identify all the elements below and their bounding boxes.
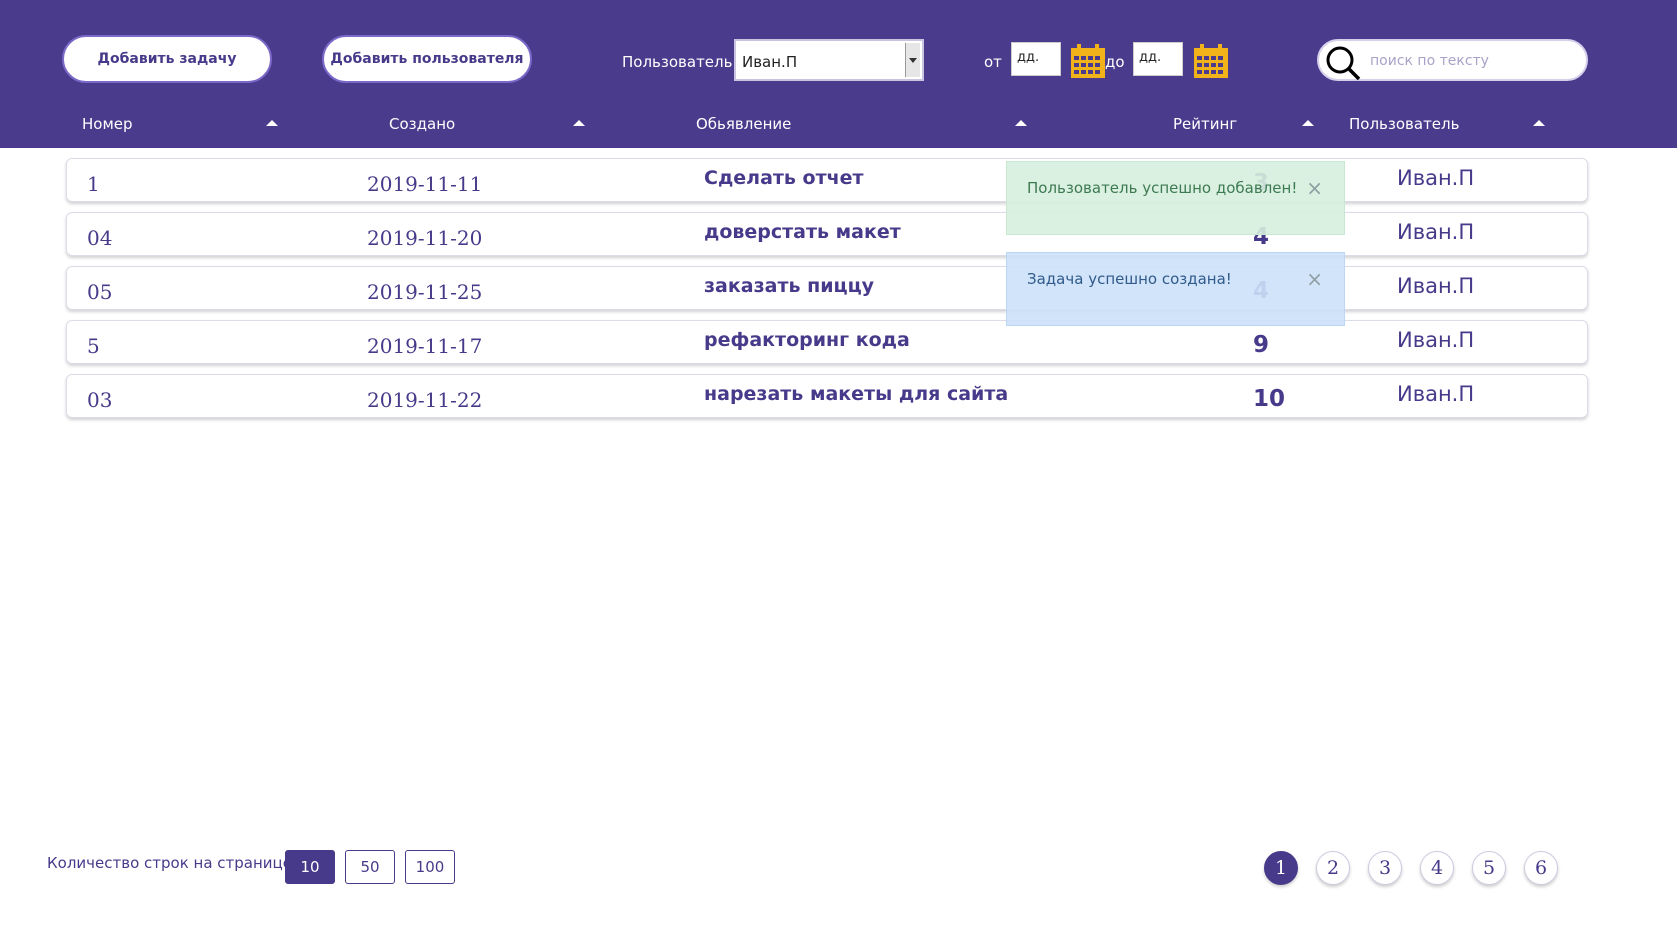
row-number: 03 xyxy=(87,388,113,412)
sort-asc-icon[interactable] xyxy=(1015,120,1027,126)
date-to-input[interactable]: дд. xyxy=(1133,42,1183,76)
rows-per-page-label: Количество строк на странице: xyxy=(47,854,298,872)
table-row[interactable]: 1 2019-11-11 Сделать отчет 3 Иван.П xyxy=(66,158,1588,202)
table-row[interactable]: 03 2019-11-22 нарезать макеты для сайта … xyxy=(66,374,1588,418)
sort-asc-icon[interactable] xyxy=(1533,120,1545,126)
row-rating: 9 xyxy=(1253,332,1270,358)
row-created: 2019-11-17 xyxy=(367,334,483,358)
chevron-down-icon[interactable] xyxy=(905,43,920,77)
row-title: нарезать макеты для сайта xyxy=(704,383,1009,405)
page-5-button[interactable]: 5 xyxy=(1472,851,1506,885)
row-number: 5 xyxy=(87,334,100,358)
add-task-button[interactable]: Добавить задачу xyxy=(62,35,272,83)
date-from-label: от xyxy=(984,53,1002,71)
row-created: 2019-11-20 xyxy=(367,226,483,250)
sort-asc-icon[interactable] xyxy=(1302,120,1314,126)
page-6-button[interactable]: 6 xyxy=(1524,851,1558,885)
row-number: 05 xyxy=(87,280,113,304)
info-toast: Задача успешно создана! × xyxy=(1006,252,1345,326)
search-icon xyxy=(1326,46,1361,81)
user-select-value: Иван.П xyxy=(742,53,798,71)
table-row[interactable]: 05 2019-11-25 заказать пиццу 4 Иван.П xyxy=(66,266,1588,310)
column-header-rating[interactable]: Рейтинг xyxy=(1173,115,1237,133)
page-size-10-button[interactable]: 10 xyxy=(285,850,335,884)
page-1-button[interactable]: 1 xyxy=(1264,851,1298,885)
row-title: заказать пиццу xyxy=(704,275,875,297)
row-user: Иван.П xyxy=(1397,220,1475,244)
column-header-user[interactable]: Пользователь xyxy=(1349,115,1459,133)
column-header-created[interactable]: Создано xyxy=(389,115,455,133)
top-toolbar: Добавить задачу Добавить пользователя По… xyxy=(0,0,1677,148)
add-user-button[interactable]: Добавить пользователя xyxy=(322,35,532,83)
page-size-50-button[interactable]: 50 xyxy=(345,850,395,884)
row-user: Иван.П xyxy=(1397,328,1475,352)
user-filter-label: Пользователь xyxy=(622,53,733,71)
row-rating: 10 xyxy=(1253,386,1286,412)
close-icon[interactable]: × xyxy=(1306,267,1323,291)
sort-asc-icon[interactable] xyxy=(266,120,278,126)
row-number: 1 xyxy=(87,172,100,196)
row-title: доверстать макет xyxy=(704,221,901,243)
calendar-icon[interactable] xyxy=(1070,43,1106,79)
column-header-title[interactable]: Обьявление xyxy=(696,115,791,133)
sort-asc-icon[interactable] xyxy=(573,120,585,126)
row-title: Сделать отчет xyxy=(704,167,864,189)
toast-message: Пользователь успешно добавлен! xyxy=(1027,179,1298,197)
row-user: Иван.П xyxy=(1397,382,1475,406)
row-created: 2019-11-22 xyxy=(367,388,483,412)
search-box[interactable]: поиск по тексту xyxy=(1317,39,1588,81)
date-to-label: до xyxy=(1105,53,1125,71)
table-row[interactable]: 5 2019-11-17 рефакторинг кода 9 Иван.П xyxy=(66,320,1588,364)
row-title: рефакторинг кода xyxy=(704,329,910,351)
column-header-number[interactable]: Номер xyxy=(82,115,133,133)
row-created: 2019-11-25 xyxy=(367,280,483,304)
user-select[interactable]: Иван.П xyxy=(734,39,924,81)
search-input[interactable]: поиск по тексту xyxy=(1370,53,1489,69)
toast-message: Задача успешно создана! xyxy=(1027,270,1232,288)
page-3-button[interactable]: 3 xyxy=(1368,851,1402,885)
calendar-icon[interactable] xyxy=(1193,43,1229,79)
close-icon[interactable]: × xyxy=(1306,176,1323,200)
row-user: Иван.П xyxy=(1397,274,1475,298)
table-row[interactable]: 04 2019-11-20 доверстать макет 4 Иван.П xyxy=(66,212,1588,256)
row-created: 2019-11-11 xyxy=(367,172,483,196)
page-4-button[interactable]: 4 xyxy=(1420,851,1454,885)
success-toast: Пользователь успешно добавлен! × xyxy=(1006,161,1345,235)
row-number: 04 xyxy=(87,226,113,250)
page-2-button[interactable]: 2 xyxy=(1316,851,1350,885)
page-size-100-button[interactable]: 100 xyxy=(405,850,455,884)
date-from-input[interactable]: дд. xyxy=(1011,42,1061,76)
row-user: Иван.П xyxy=(1397,166,1475,190)
